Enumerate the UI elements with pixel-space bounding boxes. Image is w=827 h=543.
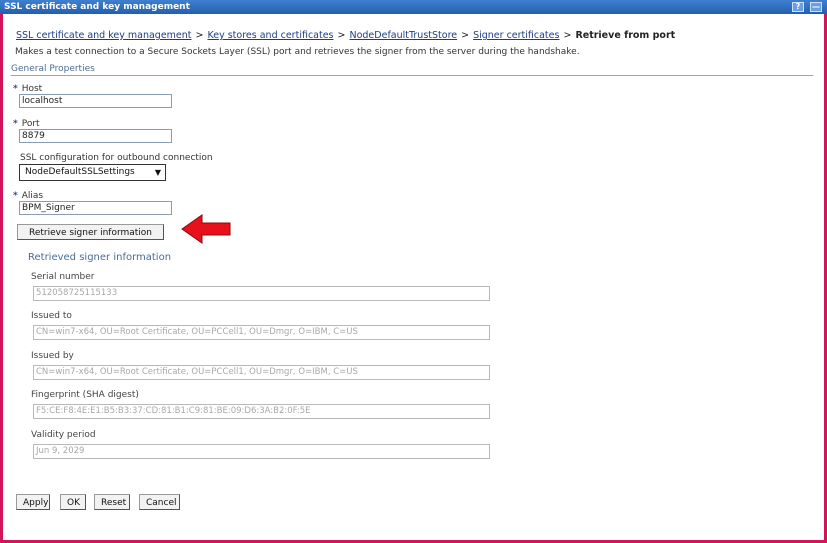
port-label: Port bbox=[21, 119, 40, 129]
breadcrumb-separator: > bbox=[461, 30, 470, 41]
dropdown-arrow-icon: ▼ bbox=[154, 168, 161, 177]
window-titlebar: SSL certificate and key management ? — bbox=[0, 0, 827, 14]
breadcrumb-ssl-management[interactable]: SSL certificate and key management bbox=[16, 30, 192, 41]
breadcrumb: SSL certificate and key management > Key s… bbox=[16, 30, 675, 41]
fingerprint-field: F5:CE:F8:4E:E1:B5:B3:37:CD:81:B1:C9:81:B… bbox=[33, 404, 490, 419]
window-title: SSL certificate and key management bbox=[4, 2, 190, 12]
serial-number-field: 512058725115133 bbox=[33, 286, 490, 301]
section-divider bbox=[11, 75, 813, 76]
page-description: Makes a test connection to a Secure Sock… bbox=[15, 47, 580, 57]
issued-to-field: CN=win7-x64, OU=Root Certificate, OU=PCC… bbox=[33, 325, 490, 340]
retrieved-signer-title: Retrieved signer information bbox=[28, 252, 172, 263]
port-label-row: * Port bbox=[13, 119, 40, 129]
required-marker: * bbox=[13, 191, 18, 201]
ssl-config-label: SSL configuration for outbound connectio… bbox=[20, 153, 213, 163]
issued-to-label: Issued to bbox=[31, 311, 72, 321]
port-input[interactable]: 8879 bbox=[19, 129, 172, 143]
breadcrumb-signer-certificates[interactable]: Signer certificates bbox=[473, 30, 559, 41]
minimize-button[interactable]: — bbox=[810, 2, 822, 12]
serial-number-label: Serial number bbox=[31, 272, 95, 282]
issued-by-label: Issued by bbox=[31, 351, 74, 361]
issued-by-field: CN=win7-x64, OU=Root Certificate, OU=PCC… bbox=[33, 365, 490, 380]
required-marker: * bbox=[13, 119, 18, 129]
host-label-row: * Host bbox=[13, 84, 42, 94]
red-arrow-icon bbox=[181, 214, 231, 244]
cancel-button[interactable]: Cancel bbox=[139, 494, 180, 510]
required-marker: * bbox=[13, 84, 18, 94]
help-button[interactable]: ? bbox=[792, 2, 804, 12]
breadcrumb-separator: > bbox=[563, 30, 572, 41]
ok-button[interactable]: OK bbox=[60, 494, 86, 510]
fingerprint-label: Fingerprint (SHA digest) bbox=[31, 390, 139, 400]
window-frame bbox=[0, 0, 827, 543]
apply-button[interactable]: Apply bbox=[16, 494, 50, 510]
host-input[interactable]: localhost bbox=[19, 94, 172, 108]
ssl-config-select[interactable]: NodeDefaultSSLSettings ▼ bbox=[19, 164, 166, 181]
red-arrow-shape bbox=[181, 214, 231, 244]
breadcrumb-trust-store[interactable]: NodeDefaultTrustStore bbox=[349, 30, 457, 41]
retrieve-signer-button[interactable]: Retrieve signer information bbox=[17, 224, 164, 240]
ssl-config-selected: NodeDefaultSSLSettings bbox=[25, 167, 135, 177]
host-label: Host bbox=[21, 84, 43, 94]
alias-label: Alias bbox=[21, 191, 44, 201]
alias-label-row: * Alias bbox=[13, 191, 43, 201]
breadcrumb-current: Retrieve from port bbox=[575, 30, 676, 41]
validity-period-field: Jun 9, 2029 bbox=[33, 444, 490, 459]
validity-period-label: Validity period bbox=[31, 430, 96, 440]
general-properties-title: General Properties bbox=[11, 64, 95, 74]
breadcrumb-separator: > bbox=[337, 30, 346, 41]
breadcrumb-key-stores[interactable]: Key stores and certificates bbox=[207, 30, 333, 41]
reset-button[interactable]: Reset bbox=[94, 494, 130, 510]
alias-input[interactable]: BPM_Signer bbox=[19, 201, 172, 215]
breadcrumb-separator: > bbox=[195, 30, 204, 41]
